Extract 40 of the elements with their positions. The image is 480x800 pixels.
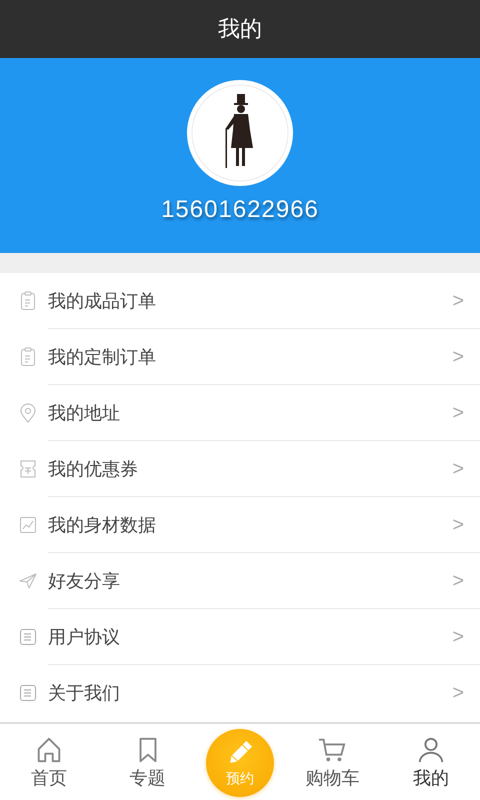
menu-item[interactable]: 我的优惠券 >: [0, 441, 480, 497]
tab[interactable]: 首页: [9, 736, 90, 790]
menu-item[interactable]: 用户协议 >: [0, 609, 480, 665]
menu-item[interactable]: 我的成品订单 >: [0, 273, 480, 329]
tab[interactable]: 我的: [390, 736, 471, 790]
phone-number: 15601622966: [161, 196, 319, 224]
clipboard-icon: [18, 291, 38, 311]
menu-item[interactable]: 我的地址 >: [0, 385, 480, 441]
menu-label: 我的地址: [48, 402, 121, 425]
chevron: >: [452, 290, 464, 312]
avatar-drawing[interactable]: [187, 80, 293, 186]
menu-label: 我的优惠券: [48, 458, 139, 481]
menu-item[interactable]: 我的身材数据 >: [0, 497, 480, 553]
chevron: >: [452, 514, 464, 536]
chevron: >: [452, 346, 464, 368]
menu-label: 我的身材数据: [48, 514, 157, 537]
clipboard-icon: [18, 347, 38, 367]
user-icon: [416, 736, 445, 764]
menu-label: 关于我们: [48, 682, 121, 705]
paper-plane-icon: [18, 571, 38, 591]
page-title: 我的: [218, 16, 262, 44]
coupon-icon: [18, 459, 38, 479]
menu-label: 我的定制订单: [48, 346, 157, 369]
chevron: >: [452, 570, 464, 592]
menu-item[interactable]: 关于我们 >: [0, 665, 480, 721]
chevron: >: [452, 458, 464, 480]
menu-item[interactable]: 好友分享 >: [0, 553, 480, 609]
chevron: >: [452, 682, 464, 704]
location-pin-icon: [18, 403, 38, 423]
chevron: >: [452, 402, 464, 424]
menu-label: 用户协议: [48, 626, 121, 649]
menu-label: 好友分享: [48, 570, 121, 593]
tab[interactable]: 购物车: [292, 736, 372, 790]
menu-item[interactable]: 我的定制订单 >: [0, 329, 480, 385]
document-icon: [18, 627, 38, 647]
document-icon: [18, 683, 38, 703]
menu-label: 我的成品订单: [48, 290, 157, 313]
chevron: >: [452, 626, 464, 648]
chart-icon: [18, 515, 38, 535]
tab[interactable]: 专题: [108, 736, 188, 790]
